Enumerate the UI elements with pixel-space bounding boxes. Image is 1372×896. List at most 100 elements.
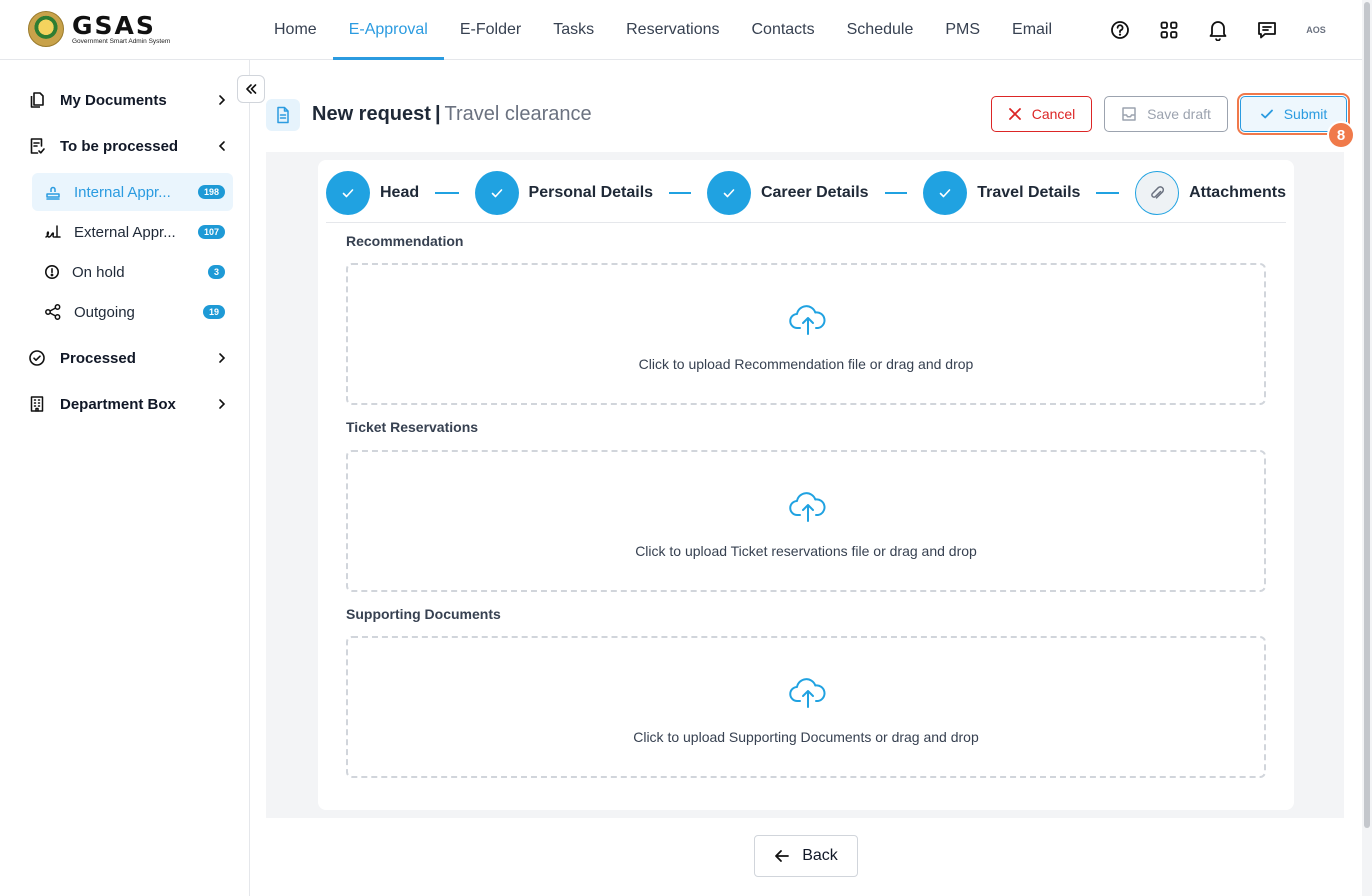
sidebar-item-external-approvals[interactable]: External Appr... 107 <box>32 213 233 251</box>
nav-home[interactable]: Home <box>258 0 333 60</box>
sidebar-item-label: On hold <box>72 263 125 281</box>
step-connector <box>1096 192 1120 194</box>
step-career-details[interactable]: Career Details <box>706 171 869 215</box>
count-badge: 198 <box>197 185 225 199</box>
sidebar-group-label: My Documents <box>60 91 167 109</box>
inbox-icon <box>1122 107 1136 121</box>
chevron-right-icon <box>219 399 226 409</box>
save-draft-label: Save draft <box>1147 106 1211 122</box>
page-title-main: New request <box>312 103 431 125</box>
step-attachments[interactable]: Attachments <box>1135 171 1286 215</box>
stamp-icon <box>46 186 60 200</box>
chevron-right-icon <box>219 353 226 363</box>
cloud-upload-icon <box>789 678 826 708</box>
supporting-documents-dropzone[interactable]: Click to upload Supporting Documents or … <box>346 636 1266 778</box>
step-travel-details[interactable]: Travel Details <box>923 171 1080 215</box>
nav-e-approval[interactable]: E-Approval <box>332 0 444 60</box>
nav-reservations[interactable]: Reservations <box>610 0 735 60</box>
cancel-label: Cancel <box>1031 106 1076 122</box>
supporting-documents-label: Supporting Documents <box>346 606 501 622</box>
back-button[interactable]: Back <box>754 835 858 877</box>
submit-label: Submit <box>1283 106 1328 122</box>
step-connector <box>669 192 691 194</box>
step-connector <box>884 192 908 194</box>
share-icon <box>45 304 61 320</box>
close-icon <box>1008 108 1021 120</box>
logo[interactable]: GSAS Government Smart Admin System <box>28 11 170 47</box>
step-label: Attachments <box>1189 184 1286 201</box>
cancel-button[interactable]: Cancel <box>991 96 1092 132</box>
stepper: Head Personal Details Career Details Tra… <box>326 171 1286 215</box>
sidebar-group-department-box[interactable]: Department Box <box>28 389 228 419</box>
nav-contacts[interactable]: Contacts <box>735 0 830 60</box>
nav-email[interactable]: Email <box>996 0 1068 60</box>
back-label: Back <box>802 847 838 864</box>
top-navbar: GSAS Government Smart Admin System Home … <box>0 0 1362 60</box>
count-badge: 107 <box>197 225 225 239</box>
check-icon <box>923 171 968 215</box>
dropzone-hint: Click to upload Recommendation file or d… <box>638 356 974 372</box>
page-title: New request | Travel clearance <box>312 103 592 126</box>
nav-pms[interactable]: PMS <box>929 0 996 60</box>
sidebar-item-label: Outgoing <box>74 303 135 321</box>
step-label: Personal Details <box>528 184 654 201</box>
sidebar-item-internal-approvals[interactable]: Internal Appr... 198 <box>32 173 233 211</box>
sidebar-group-label: Processed <box>60 349 136 367</box>
documents-icon <box>30 92 44 108</box>
check-icon <box>1260 109 1273 119</box>
avatar[interactable]: AOS <box>1300 14 1332 46</box>
bell-icon[interactable] <box>1202 14 1234 46</box>
step-label: Head <box>380 184 420 201</box>
step-marker-badge: 8 <box>1327 121 1355 149</box>
paperclip-icon <box>1135 171 1180 215</box>
nav-tasks[interactable]: Tasks <box>537 0 610 60</box>
sidebar-item-outgoing[interactable]: Outgoing 19 <box>32 293 233 331</box>
ticket-reservations-label: Ticket Reservations <box>346 419 479 435</box>
divider <box>326 222 1286 223</box>
sidebar-item-label: Internal Appr... <box>74 183 171 201</box>
sidebar-group-label: To be processed <box>60 137 179 155</box>
collapse-sidebar-button[interactable] <box>237 75 265 103</box>
chat-icon[interactable] <box>1251 14 1283 46</box>
step-label: Career Details <box>760 184 869 201</box>
ticket-reservations-dropzone[interactable]: Click to upload Ticket reservations file… <box>346 450 1266 592</box>
inbox-check-icon <box>30 138 45 154</box>
sidebar-item-on-hold[interactable]: On hold 3 <box>32 253 233 291</box>
sidebar-group-label: Department Box <box>60 395 176 413</box>
recommendation-dropzone[interactable]: Click to upload Recommendation file or d… <box>346 263 1266 405</box>
title-separator: | <box>434 103 441 125</box>
cloud-upload-icon <box>789 305 826 335</box>
nav-e-folder[interactable]: E-Folder <box>444 0 537 60</box>
main-nav: Home E-Approval E-Folder Tasks Reservati… <box>258 0 1068 60</box>
count-badge: 3 <box>207 265 225 279</box>
recommendation-label: Recommendation <box>346 233 464 249</box>
dropzone-hint: Click to upload Ticket reservations file… <box>635 543 977 559</box>
apps-grid-icon[interactable] <box>1153 14 1185 46</box>
help-icon[interactable] <box>1104 14 1136 46</box>
chevron-left-icon <box>218 141 225 151</box>
sidebar-group-processed[interactable]: Processed <box>28 343 228 373</box>
page-scrollbar[interactable] <box>1362 0 1372 896</box>
document-icon <box>266 99 300 131</box>
sidebar-group-to-be-processed[interactable]: To be processed <box>28 131 228 161</box>
chevron-right-icon <box>219 95 226 105</box>
brand-subtitle: Government Smart Admin System <box>72 37 171 45</box>
check-icon <box>706 171 751 215</box>
save-draft-button[interactable]: Save draft <box>1104 96 1228 132</box>
check-icon <box>326 171 370 215</box>
sidebar-item-label: External Appr... <box>74 223 176 241</box>
step-connector <box>435 192 459 194</box>
brand-title: GSAS <box>72 10 156 40</box>
arrow-left-icon <box>775 850 790 862</box>
building-icon <box>30 396 44 412</box>
sidebar-group-my-documents[interactable]: My Documents <box>28 85 228 115</box>
step-personal-details[interactable]: Personal Details <box>474 171 654 215</box>
scrollbar-thumb[interactable] <box>1364 2 1370 828</box>
signature-icon <box>45 225 61 238</box>
step-label: Travel Details <box>977 184 1081 201</box>
count-badge: 19 <box>202 305 225 319</box>
page-subtitle: Travel clearance <box>444 103 592 125</box>
step-head[interactable]: Head <box>326 171 419 215</box>
nav-schedule[interactable]: Schedule <box>831 0 930 60</box>
cloud-upload-icon <box>789 492 826 522</box>
